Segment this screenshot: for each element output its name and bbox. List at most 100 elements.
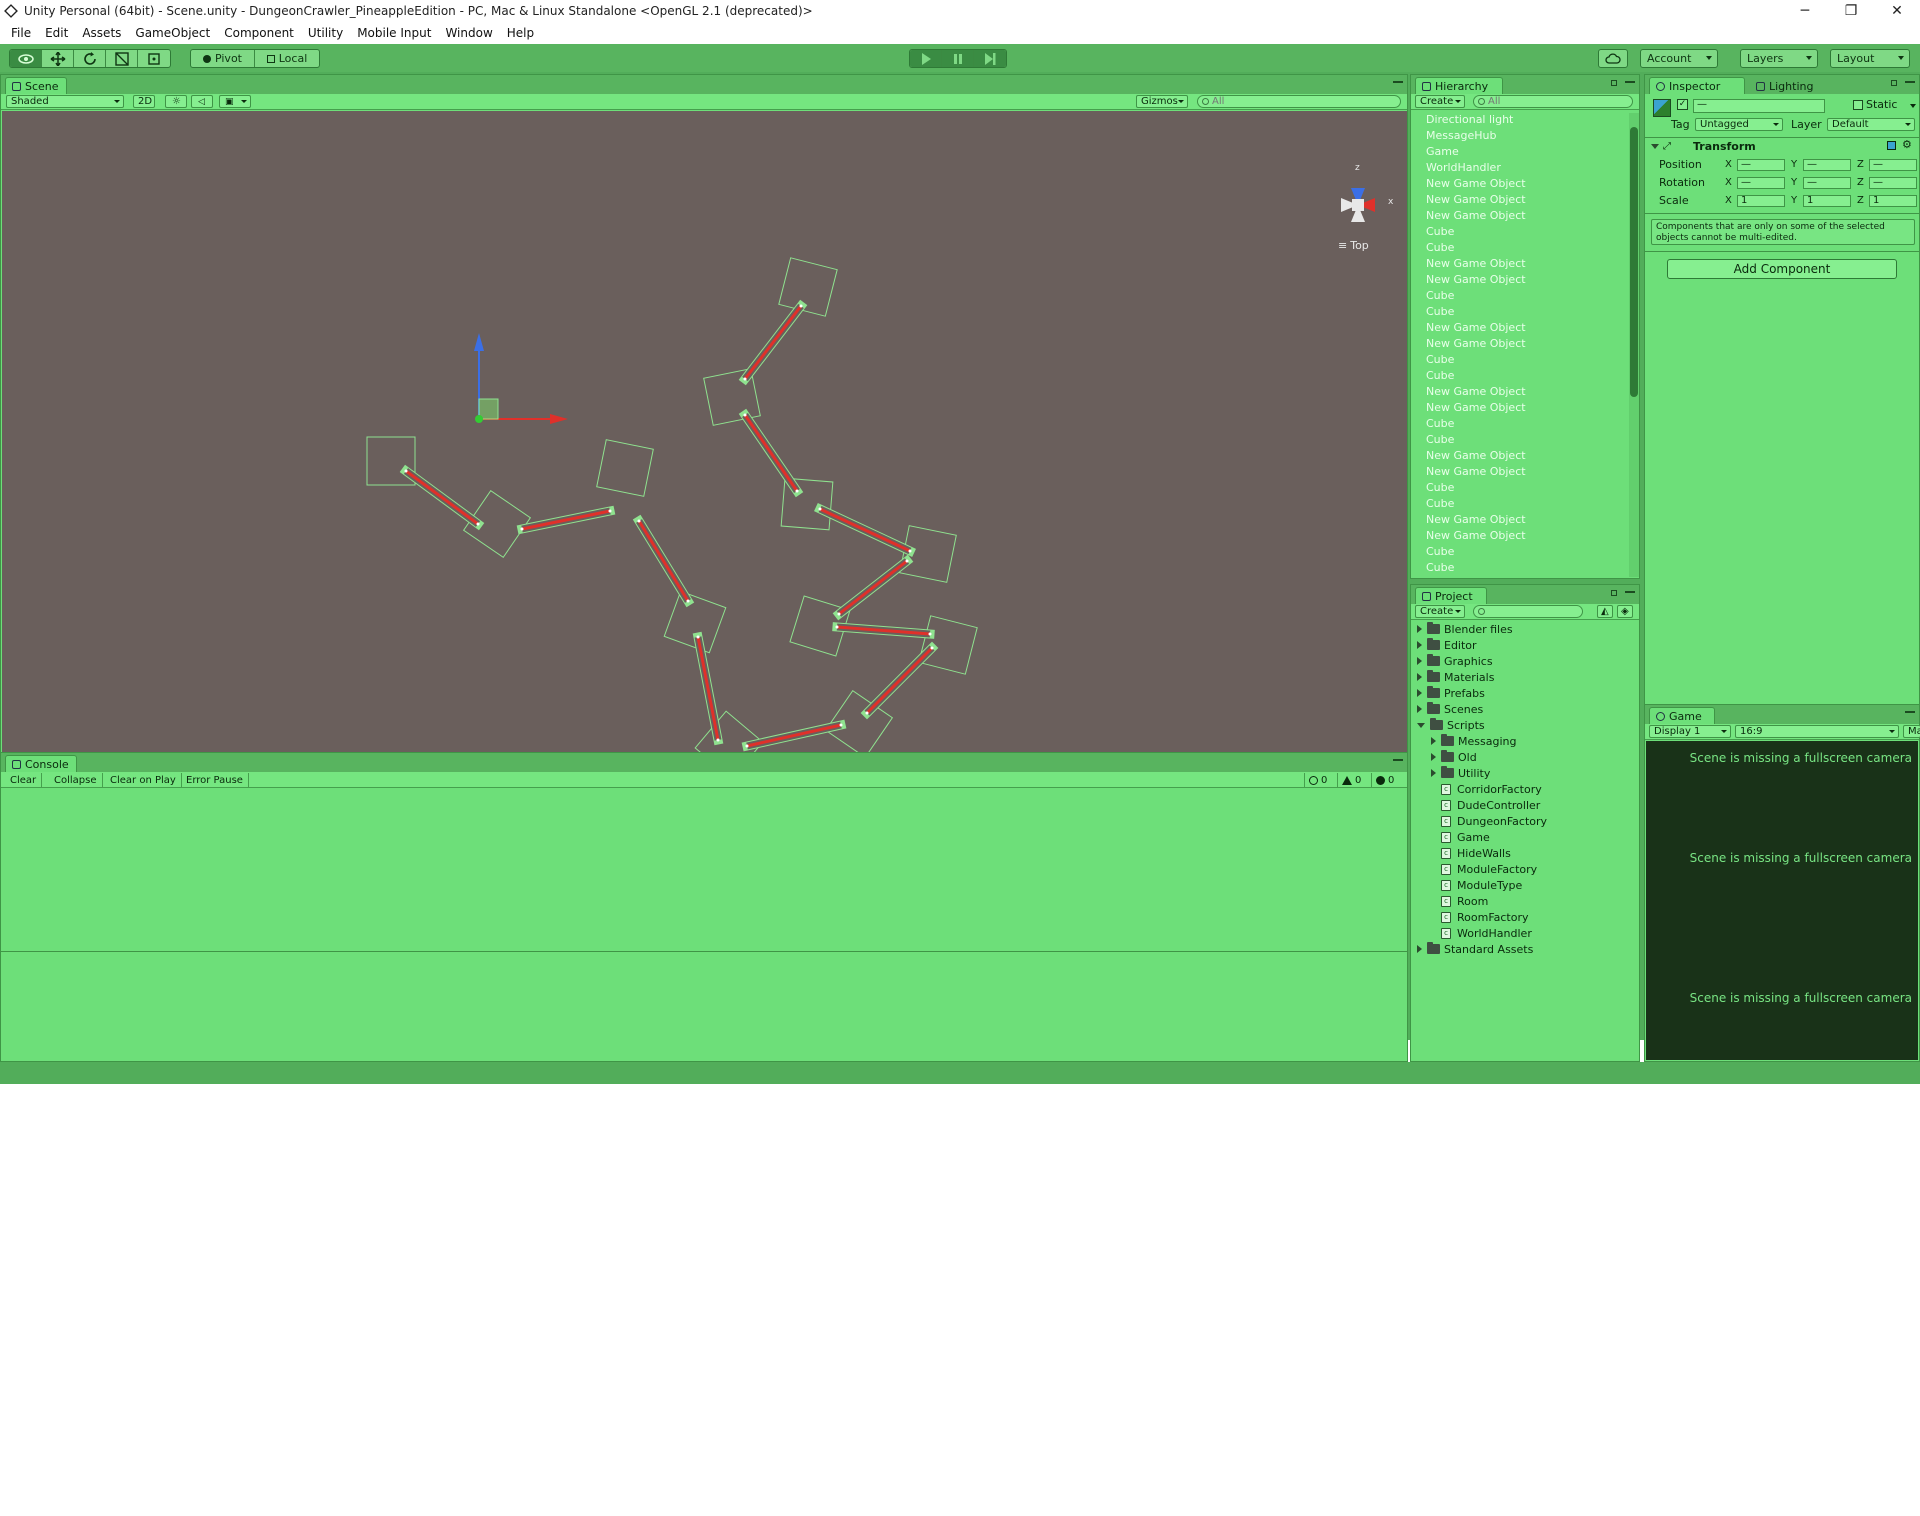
maximize-on-play-button[interactable]: Max bbox=[1903, 725, 1920, 738]
hierarchy-item[interactable]: New Game Object bbox=[1426, 335, 1526, 351]
hierarchy-search[interactable] bbox=[1473, 95, 1633, 108]
chevron-down-icon[interactable] bbox=[1651, 144, 1659, 149]
hierarchy-item[interactable]: MessageHub bbox=[1426, 127, 1496, 143]
chevron-right-icon[interactable] bbox=[1417, 945, 1422, 953]
console-error-pause-button[interactable]: Error Pause bbox=[181, 773, 249, 787]
panel-menu-icon[interactable] bbox=[1905, 81, 1915, 83]
scene-search-input[interactable] bbox=[1212, 96, 1400, 107]
project-subfolder[interactable]: Utility bbox=[1431, 765, 1490, 781]
project-search-input[interactable] bbox=[1488, 606, 1582, 617]
gameobject-name-field[interactable]: — bbox=[1693, 99, 1825, 113]
project-tree[interactable]: Blender files Editor Graphics Materials … bbox=[1411, 621, 1639, 1061]
console-warning-filter[interactable]: 0 bbox=[1337, 773, 1365, 787]
project-folder[interactable]: Graphics bbox=[1417, 653, 1493, 669]
project-script[interactable]: c ModuleFactory bbox=[1441, 861, 1537, 877]
chevron-right-icon[interactable] bbox=[1431, 769, 1436, 777]
panel-menu-icon[interactable] bbox=[1625, 81, 1635, 83]
scale-tool-button[interactable] bbox=[106, 50, 138, 67]
tab-inspector[interactable]: Inspector bbox=[1649, 77, 1745, 94]
tab-hierarchy[interactable]: Hierarchy bbox=[1415, 77, 1503, 94]
console-detail-area[interactable] bbox=[1, 952, 1407, 1061]
static-checkbox[interactable] bbox=[1853, 100, 1863, 110]
hierarchy-item[interactable]: Cube bbox=[1426, 543, 1454, 559]
menu-gameobject[interactable]: GameObject bbox=[128, 26, 217, 40]
add-component-button[interactable]: Add Component bbox=[1667, 259, 1897, 279]
project-folder[interactable]: Scenes bbox=[1417, 701, 1483, 717]
chevron-right-icon[interactable] bbox=[1417, 657, 1422, 665]
corridor[interactable] bbox=[637, 520, 690, 602]
scene-search[interactable] bbox=[1197, 95, 1401, 108]
hierarchy-item[interactable]: Cube bbox=[1426, 415, 1454, 431]
project-search[interactable] bbox=[1473, 605, 1583, 618]
menu-mobile-input[interactable]: Mobile Input bbox=[350, 26, 438, 40]
tag-dropdown[interactable]: Untagged bbox=[1695, 118, 1783, 131]
close-button[interactable]: ✕ bbox=[1874, 0, 1920, 22]
shading-dropdown[interactable]: Shaded bbox=[6, 95, 124, 108]
project-folder[interactable]: Prefabs bbox=[1417, 685, 1485, 701]
play-button[interactable] bbox=[910, 50, 942, 67]
project-script[interactable]: c RoomFactory bbox=[1441, 909, 1529, 925]
hierarchy-item[interactable]: Cube bbox=[1426, 431, 1454, 447]
console-collapse-button[interactable]: Collapse bbox=[49, 773, 103, 787]
restore-button[interactable]: ❐ bbox=[1828, 0, 1874, 22]
corridor[interactable] bbox=[838, 559, 908, 616]
tab-console[interactable]: Console bbox=[5, 755, 77, 772]
filter-by-label-button[interactable]: ◈ bbox=[1617, 605, 1633, 618]
project-script[interactable]: c HideWalls bbox=[1441, 845, 1511, 861]
hand-tool-button[interactable] bbox=[10, 50, 42, 67]
project-folder[interactable]: Standard Assets bbox=[1417, 941, 1533, 957]
hierarchy-item[interactable]: Cube bbox=[1426, 367, 1454, 383]
project-folder-scripts[interactable]: Scripts bbox=[1417, 717, 1485, 733]
menu-assets[interactable]: Assets bbox=[75, 26, 128, 40]
chevron-right-icon[interactable] bbox=[1417, 673, 1422, 681]
scale-z-field[interactable]: 1 bbox=[1869, 195, 1917, 207]
console-info-filter[interactable]: 0 bbox=[1304, 773, 1331, 787]
panel-menu-icon[interactable] bbox=[1625, 591, 1635, 593]
layers-dropdown[interactable]: Layers bbox=[1740, 49, 1818, 68]
hierarchy-item[interactable]: Game bbox=[1426, 143, 1459, 159]
chevron-down-icon[interactable] bbox=[1910, 104, 1916, 108]
chevron-right-icon[interactable] bbox=[1431, 753, 1436, 761]
hierarchy-item[interactable]: New Game Object bbox=[1426, 191, 1526, 207]
hierarchy-item[interactable]: New Game Object bbox=[1426, 319, 1526, 335]
lock-icon[interactable] bbox=[1611, 590, 1617, 596]
chevron-down-icon[interactable] bbox=[1417, 722, 1425, 728]
chevron-right-icon[interactable] bbox=[1431, 737, 1436, 745]
console-clear-button[interactable]: Clear bbox=[5, 773, 43, 787]
hierarchy-item[interactable]: New Game Object bbox=[1426, 463, 1526, 479]
move-gizmo[interactable] bbox=[474, 333, 568, 424]
hierarchy-item[interactable]: Cube bbox=[1426, 223, 1454, 239]
project-script[interactable]: c Game bbox=[1441, 829, 1490, 845]
scrollbar-thumb[interactable] bbox=[1630, 127, 1638, 397]
corridor[interactable] bbox=[819, 507, 911, 553]
help-book-icon[interactable] bbox=[1887, 141, 1896, 150]
project-script[interactable]: c ModuleType bbox=[1441, 877, 1522, 893]
game-viewport[interactable]: Scene is missing a fullscreen camera Sce… bbox=[1646, 741, 1918, 1060]
aspect-dropdown[interactable]: 16:9 bbox=[1735, 725, 1899, 738]
gizmos-dropdown[interactable]: Gizmos bbox=[1136, 95, 1188, 108]
rotation-y-field[interactable]: — bbox=[1803, 177, 1851, 189]
project-script[interactable]: c DungeonFactory bbox=[1441, 813, 1547, 829]
panel-menu-icon[interactable] bbox=[1393, 81, 1403, 83]
project-folder[interactable]: Blender files bbox=[1417, 621, 1513, 637]
account-dropdown[interactable]: Account bbox=[1640, 49, 1718, 68]
panel-menu-icon[interactable] bbox=[1905, 711, 1915, 713]
toggle-2d-button[interactable]: 2D bbox=[133, 95, 155, 108]
hierarchy-item[interactable]: Cube bbox=[1426, 495, 1454, 511]
filter-by-type-button[interactable]: ◭ bbox=[1597, 605, 1613, 618]
hierarchy-tree[interactable]: Directional light MessageHub Game WorldH… bbox=[1411, 111, 1627, 577]
position-z-field[interactable]: — bbox=[1869, 159, 1917, 171]
step-button[interactable] bbox=[974, 50, 1006, 67]
menu-edit[interactable]: Edit bbox=[38, 26, 75, 40]
lock-icon[interactable] bbox=[1891, 80, 1897, 86]
hierarchy-item[interactable]: New Game Object bbox=[1426, 511, 1526, 527]
hierarchy-item[interactable]: Cube bbox=[1426, 239, 1454, 255]
menu-file[interactable]: File bbox=[4, 26, 38, 40]
gear-icon[interactable]: ⚙ bbox=[1902, 138, 1912, 151]
rotation-z-field[interactable]: — bbox=[1869, 177, 1917, 189]
hierarchy-search-input[interactable] bbox=[1488, 96, 1632, 107]
hierarchy-create-dropdown[interactable]: Create bbox=[1415, 95, 1465, 108]
hierarchy-item[interactable]: New Game Object bbox=[1426, 175, 1526, 191]
project-subfolder[interactable]: Messaging bbox=[1431, 733, 1516, 749]
project-script[interactable]: c WorldHandler bbox=[1441, 925, 1532, 941]
